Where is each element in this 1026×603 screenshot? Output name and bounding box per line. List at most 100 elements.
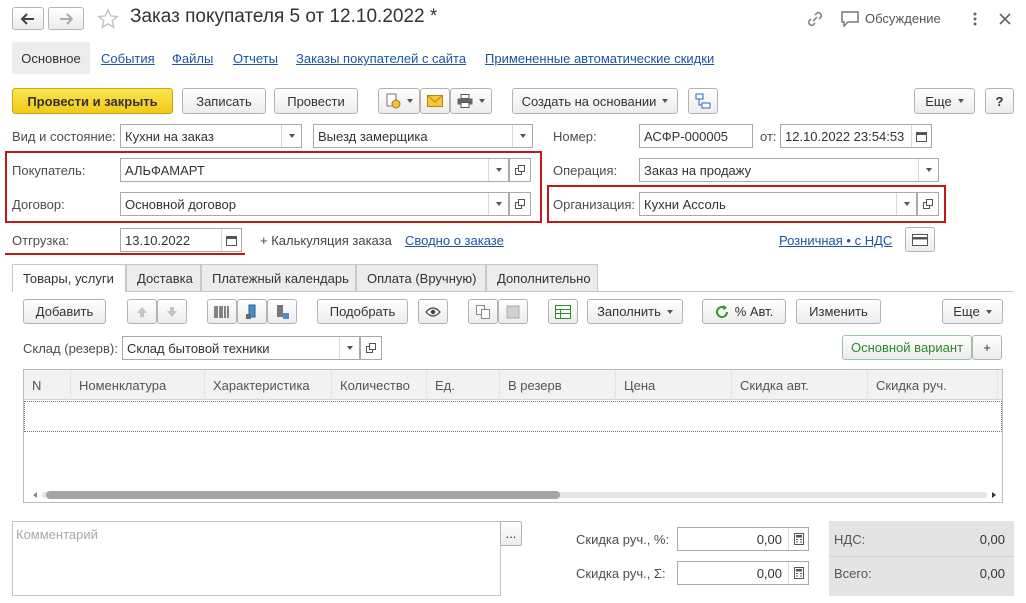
manual-discount-pct-field[interactable]: 0,00 <box>677 527 809 551</box>
view-button[interactable] <box>418 299 448 324</box>
create-based-on-button[interactable]: Создать на основании <box>512 88 678 114</box>
warehouse-label: Склад (резерв): <box>23 341 118 356</box>
star-icon[interactable] <box>96 7 120 31</box>
barcode-button[interactable] <box>207 299 237 324</box>
nav-tab-reports[interactable]: Отчеты <box>233 51 278 66</box>
shipment-date-field[interactable]: 13.10.2022 <box>120 228 242 252</box>
back-button[interactable] <box>12 7 44 30</box>
forward-button[interactable] <box>48 7 84 30</box>
tab-goods-services[interactable]: Товары, услуги <box>12 264 126 292</box>
move-down-button[interactable] <box>157 299 187 324</box>
column-number[interactable]: N <box>24 370 71 400</box>
help-button[interactable]: ? <box>985 88 1014 114</box>
warehouse-dropdown[interactable] <box>339 337 359 359</box>
buyer-field[interactable]: АЛЬФАМАРТ <box>120 158 509 182</box>
order-state-select[interactable]: Выезд замерщика <box>313 124 533 148</box>
calculator-button[interactable] <box>788 528 808 550</box>
column-characteristic[interactable]: Характеристика <box>205 370 332 400</box>
order-state-dropdown[interactable] <box>512 125 532 147</box>
table-more-button[interactable]: Еще <box>942 299 1003 324</box>
nav-tab-site-orders[interactable]: Заказы покупателей с сайта <box>296 51 466 66</box>
operation-dropdown[interactable] <box>918 159 938 181</box>
warehouse-select[interactable]: Склад бытовой техники <box>122 336 360 360</box>
add-variant-button[interactable]: + <box>972 335 1002 360</box>
structure-button[interactable] <box>688 88 718 114</box>
buyer-dropdown[interactable] <box>488 159 508 181</box>
manual-discount-sum-field[interactable]: 0,00 <box>677 561 809 585</box>
document-status-button[interactable] <box>378 88 420 114</box>
prices-button[interactable] <box>905 227 935 252</box>
calculator-button[interactable] <box>788 562 808 584</box>
goods-table[interactable]: N Номенклатура Характеристика Количество… <box>23 369 1003 503</box>
scrollbar-thumb[interactable] <box>46 491 560 499</box>
number-field[interactable]: АСФР-000005 <box>639 124 753 148</box>
link-icon[interactable] <box>805 9 825 29</box>
tab-payment-calendar[interactable]: Платежный календарь <box>201 264 356 291</box>
post-and-close-button[interactable]: Провести и закрыть <box>12 88 173 114</box>
tab-payment-manual[interactable]: Оплата (Вручную) <box>356 264 486 291</box>
email-button[interactable] <box>420 88 450 114</box>
column-price[interactable]: Цена <box>616 370 732 400</box>
column-nomenclature[interactable]: Номенклатура <box>71 370 205 400</box>
nav-tab-events[interactable]: События <box>101 51 155 66</box>
operation-select[interactable]: Заказ на продажу <box>639 158 939 182</box>
paste-button[interactable] <box>498 299 528 324</box>
organization-open-button[interactable] <box>917 192 939 216</box>
organization-value: Кухни Ассоль <box>644 196 726 212</box>
pick-button[interactable]: Подобрать <box>317 299 408 324</box>
table-more-label: Еще <box>953 304 980 319</box>
price-type-link[interactable]: Розничная • с НДС <box>779 233 892 248</box>
warehouse-open-button[interactable] <box>360 336 382 360</box>
comment-field[interactable]: Комментарий <box>12 521 501 596</box>
comment-expand-button[interactable]: ... <box>500 521 522 546</box>
main-variant-button[interactable]: Основной вариант <box>842 335 972 360</box>
organization-dropdown[interactable] <box>896 193 916 215</box>
copy-button[interactable] <box>468 299 498 324</box>
refresh-icon <box>715 304 728 318</box>
discussion-icon[interactable] <box>840 10 860 28</box>
column-manual-discount[interactable]: Скидка руч. <box>868 370 998 400</box>
barcode-icon <box>214 305 229 318</box>
more-vertical-icon[interactable] <box>968 10 982 28</box>
change-button[interactable]: Изменить <box>796 299 881 324</box>
close-icon[interactable] <box>996 10 1014 28</box>
print-button[interactable] <box>450 88 492 114</box>
buyer-open-button[interactable] <box>509 158 531 182</box>
contract-field[interactable]: Основной договор <box>120 192 509 216</box>
fill-button[interactable]: Заполнить <box>587 299 683 324</box>
more-button[interactable]: Еще <box>914 88 975 114</box>
organization-field[interactable]: Кухни Ассоль <box>639 192 917 216</box>
order-calculation-toggle[interactable]: + Калькуляция заказа <box>260 233 392 248</box>
totals-divider <box>829 556 1014 557</box>
table-settings-button[interactable] <box>548 299 578 324</box>
envelope-icon <box>427 95 443 107</box>
date-field[interactable]: 12.10.2022 23:54:53 <box>780 124 932 148</box>
scanner-button[interactable] <box>237 299 267 324</box>
tab-additional[interactable]: Дополнительно <box>486 264 598 291</box>
horizontal-scrollbar[interactable] <box>32 490 997 500</box>
order-type-select[interactable]: Кухни на заказ <box>120 124 302 148</box>
save-button[interactable]: Записать <box>182 88 266 114</box>
column-quantity[interactable]: Количество <box>332 370 427 400</box>
order-summary-link[interactable]: Сводно о заказе <box>405 233 504 248</box>
column-auto-discount[interactable]: Скидка авт. <box>732 370 868 400</box>
nav-tab-main[interactable]: Основное <box>12 42 90 74</box>
calendar-button[interactable] <box>911 125 931 147</box>
type-state-label: Вид и состояние: <box>12 129 116 144</box>
terminal-button[interactable] <box>267 299 297 324</box>
discussion-label[interactable]: Обсуждение <box>865 11 941 26</box>
add-row-button[interactable]: Добавить <box>23 299 106 324</box>
tab-delivery[interactable]: Доставка <box>126 264 201 291</box>
contract-open-button[interactable] <box>509 192 531 216</box>
post-button[interactable]: Провести <box>274 88 358 114</box>
nav-tab-auto-discounts[interactable]: Примененные автоматические скидки <box>485 51 714 66</box>
auto-discount-button[interactable]: % Авт. <box>702 299 786 324</box>
move-up-button[interactable] <box>127 299 157 324</box>
nav-tab-files[interactable]: Файлы <box>172 51 213 66</box>
shipment-calendar-button[interactable] <box>221 229 241 251</box>
column-unit[interactable]: Ед. <box>427 370 500 400</box>
order-type-dropdown[interactable] <box>281 125 301 147</box>
table-row[interactable] <box>24 401 1002 432</box>
contract-dropdown[interactable] <box>488 193 508 215</box>
column-reserve[interactable]: В резерв <box>500 370 616 400</box>
